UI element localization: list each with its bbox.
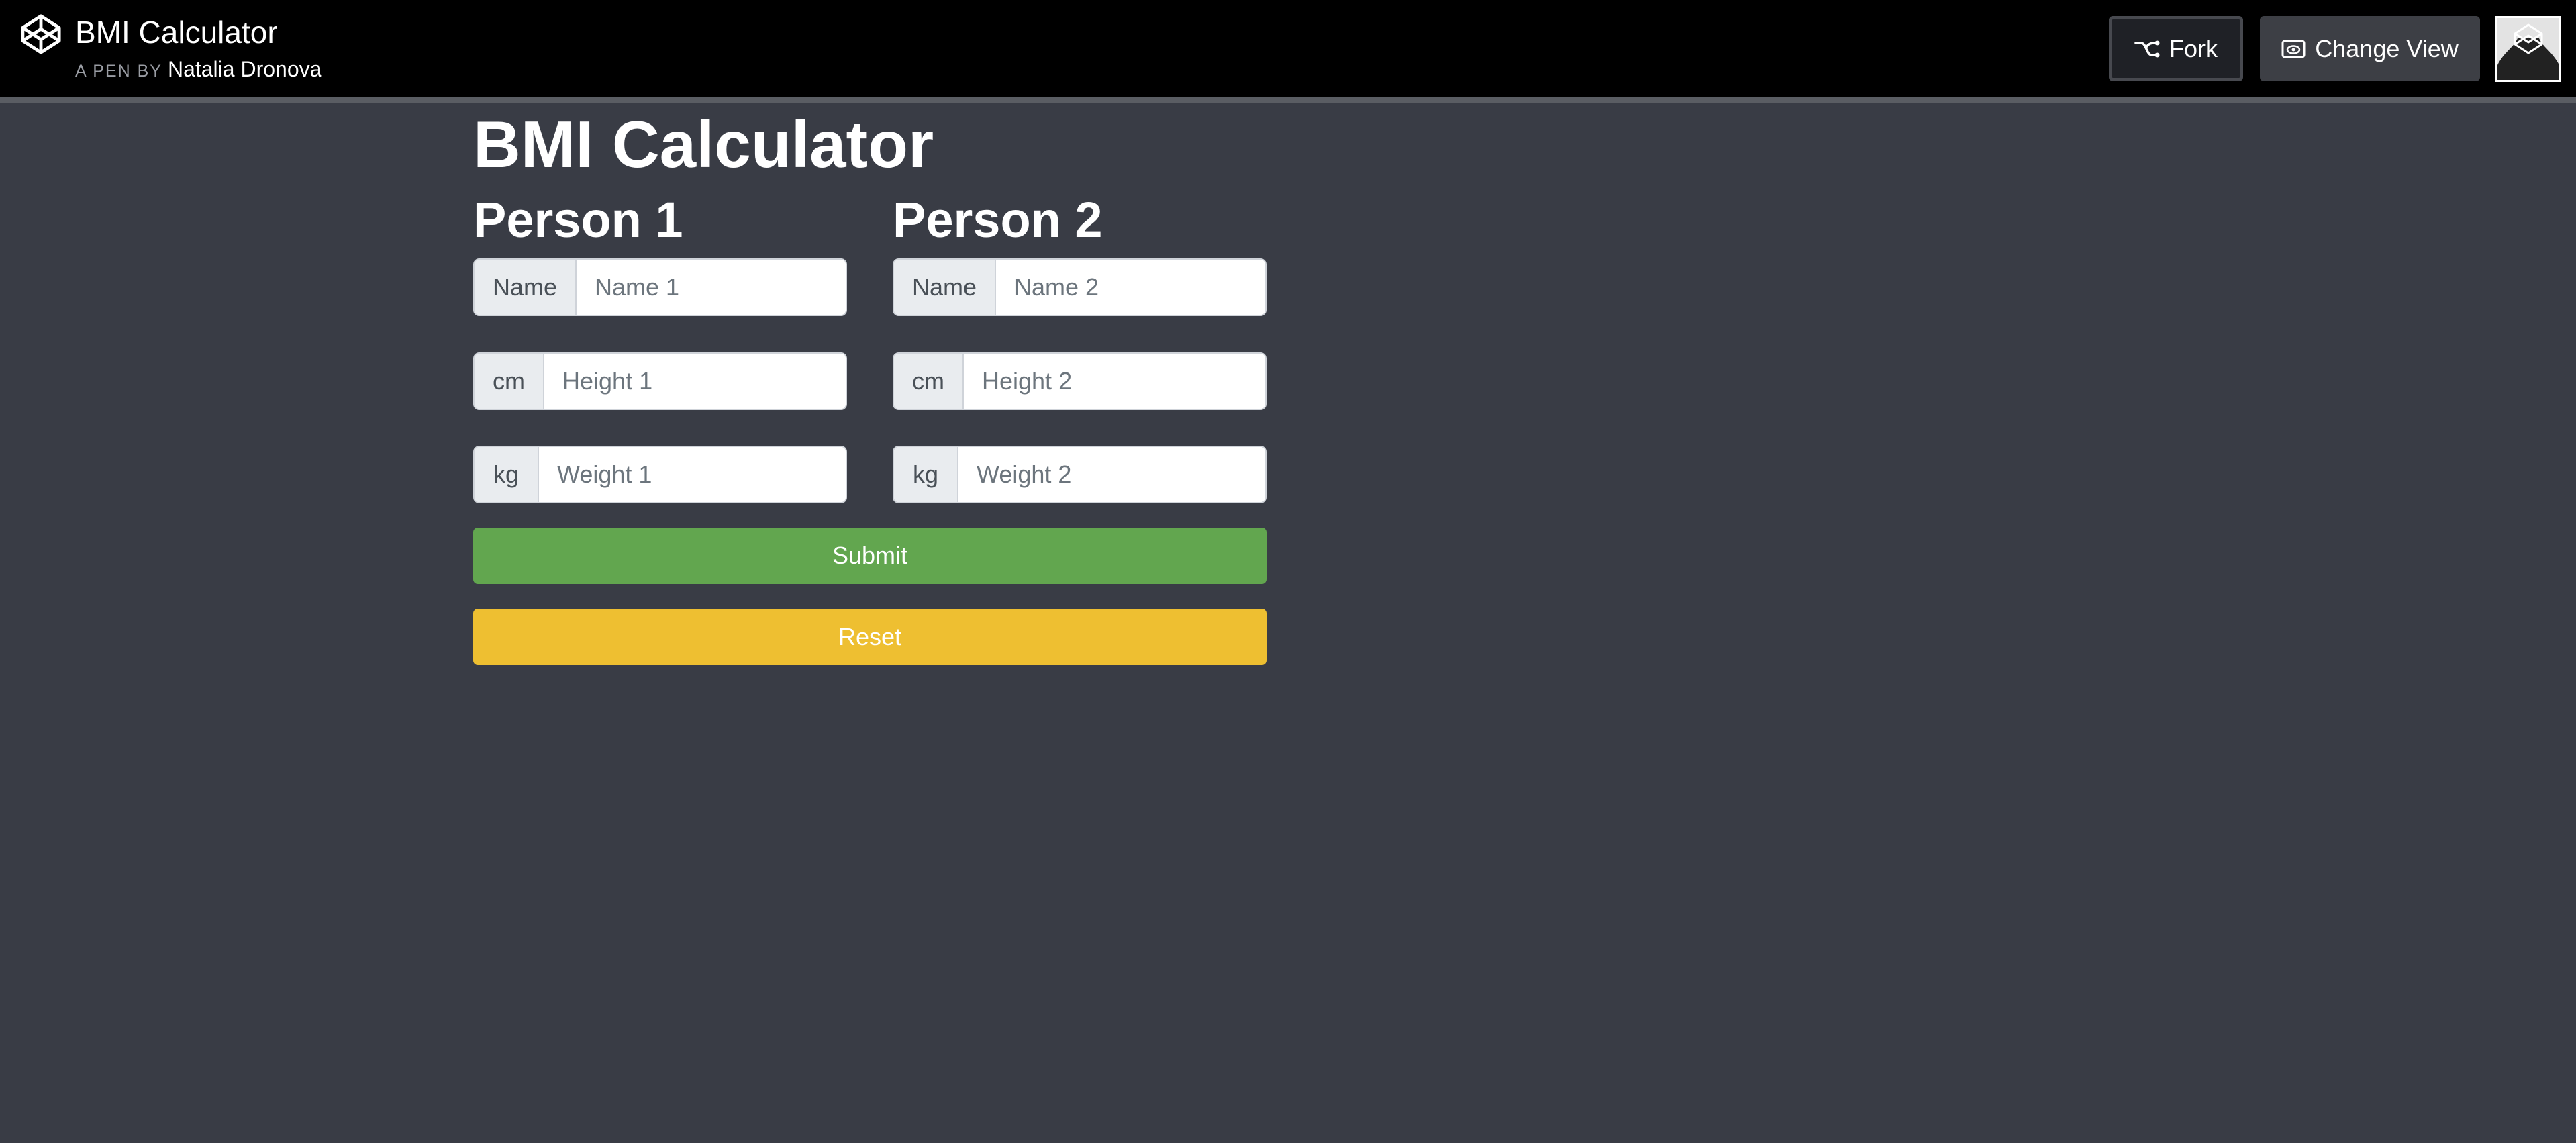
author-link[interactable]: Natalia Dronova <box>168 57 321 81</box>
person-2-name-group: Name <box>893 258 1267 316</box>
person-1-height-group: cm <box>473 352 847 410</box>
name-1-input[interactable] <box>577 260 846 315</box>
reset-button[interactable]: Reset <box>473 609 1267 665</box>
cm-addon: cm <box>894 354 964 409</box>
page-title: BMI Calculator <box>473 107 934 181</box>
name-addon: Name <box>475 260 577 315</box>
fork-button[interactable]: Fork <box>2109 16 2243 81</box>
person-2-weight-group: kg <box>893 446 1267 503</box>
cm-addon: cm <box>475 354 544 409</box>
height-1-input[interactable] <box>544 354 846 409</box>
person-1-name-group: Name <box>473 258 847 316</box>
person-2-heading: Person 2 <box>893 192 1103 248</box>
name-addon: Name <box>894 260 996 315</box>
byline-prefix: A PEN BY <box>75 62 162 81</box>
submit-button[interactable]: Submit <box>473 528 1267 584</box>
avatar-image <box>2497 18 2559 80</box>
user-avatar[interactable] <box>2495 16 2561 82</box>
header-divider <box>0 97 2576 103</box>
weight-1-input[interactable] <box>539 447 846 502</box>
kg-addon: kg <box>894 447 958 502</box>
kg-addon: kg <box>475 447 539 502</box>
change-view-button[interactable]: Change View <box>2260 16 2480 81</box>
codepen-logo-icon[interactable] <box>20 13 62 55</box>
fork-button-label: Fork <box>2169 34 2218 62</box>
person-1-weight-group: kg <box>473 446 847 503</box>
person-1-heading: Person 1 <box>473 192 683 248</box>
codepen-header: BMI Calculator A PEN BY Natalia Dronova F… <box>0 0 2576 97</box>
name-2-input[interactable] <box>996 260 1265 315</box>
fork-icon <box>2134 40 2160 57</box>
pen-title: BMI Calculator <box>75 15 278 50</box>
pen-byline: A PEN BY Natalia Dronova <box>75 56 321 87</box>
change-view-button-label: Change View <box>2315 34 2459 62</box>
eye-icon <box>2281 40 2306 58</box>
person-2-height-group: cm <box>893 352 1267 410</box>
height-2-input[interactable] <box>964 354 1265 409</box>
weight-2-input[interactable] <box>958 447 1265 502</box>
